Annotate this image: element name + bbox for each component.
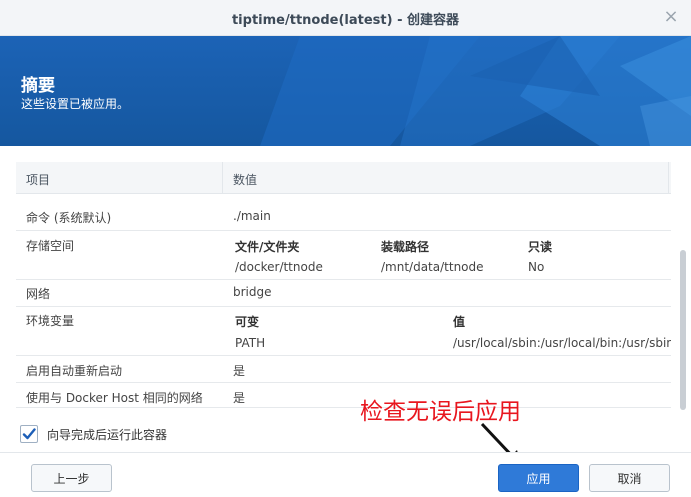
- row-value: bridge: [233, 285, 272, 299]
- title-bar: tiptime/ttnode(latest) - 创建容器 ×: [0, 0, 691, 36]
- page-subtitle: 这些设置已被应用。: [21, 97, 130, 111]
- table-row: 网络 bridge: [16, 280, 671, 307]
- subcolumn-header: 文件/文件夹: [235, 240, 300, 254]
- dialog-footer: 上一步 应用 取消: [0, 452, 691, 497]
- row-value: 是: [233, 364, 246, 378]
- page-title: 摘要: [21, 76, 55, 96]
- banner-pattern: [260, 36, 691, 146]
- row-key: 启用自动重新启动: [26, 364, 123, 378]
- table-row: 命令 (系统默认) ./main: [16, 202, 671, 231]
- row-value: 是: [233, 391, 246, 405]
- subcolumn-header: 装载路径: [381, 240, 430, 254]
- row-key: 使用与 Docker Host 相同的网络: [26, 391, 203, 405]
- column-header-value: 数值: [233, 173, 258, 187]
- subcolumn-header: 只读: [528, 240, 553, 254]
- subcolumn-header: 值: [453, 315, 466, 329]
- row-key: 环境变量: [26, 314, 75, 328]
- cancel-button[interactable]: 取消: [589, 464, 670, 492]
- subcolumn-value: No: [528, 260, 545, 274]
- summary-table: 项目 数值 命令 (系统默认) ./main 存储空间 文件/文件夹 装载路径 …: [16, 162, 671, 408]
- table-row: 使用与 Docker Host 相同的网络 是: [16, 383, 671, 408]
- subcolumn-header: 可变: [235, 315, 260, 329]
- summary-banner: 摘要 这些设置已被应用。: [0, 36, 691, 146]
- close-icon[interactable]: ×: [663, 8, 679, 26]
- column-divider: [668, 162, 669, 193]
- subcolumn-value: /mnt/data/ttnode: [381, 260, 484, 274]
- table-row: 环境变量 可变 值 PATH /usr/local/sbin:/usr/loca…: [16, 307, 671, 356]
- subcolumn-value: /docker/ttnode: [235, 260, 323, 274]
- table-header: 项目 数值: [16, 162, 671, 194]
- row-key: 存储空间: [26, 239, 75, 253]
- row-key: 命令 (系统默认): [26, 211, 112, 225]
- run-after-wizard-label: 向导完成后运行此容器: [47, 428, 168, 442]
- column-divider: [222, 162, 223, 193]
- row-value: ./main: [233, 209, 271, 223]
- subcolumn-value: PATH: [235, 336, 266, 350]
- table-scrollbar[interactable]: [680, 250, 686, 410]
- checkmark-icon: [22, 428, 36, 440]
- subcolumn-value: /usr/local/sbin:/usr/local/bin:/usr/sbin…: [453, 336, 671, 350]
- window-title: tiptime/ttnode(latest) - 创建容器: [231, 13, 460, 28]
- run-after-wizard-checkbox[interactable]: [20, 425, 38, 443]
- table-row: 存储空间 文件/文件夹 装载路径 只读 /docker/ttnode /mnt/…: [16, 231, 671, 280]
- row-key: 网络: [26, 287, 51, 301]
- apply-button[interactable]: 应用: [498, 464, 579, 492]
- previous-button[interactable]: 上一步: [31, 464, 112, 492]
- column-header-item: 项目: [26, 173, 51, 187]
- table-row: 启用自动重新启动 是: [16, 356, 671, 383]
